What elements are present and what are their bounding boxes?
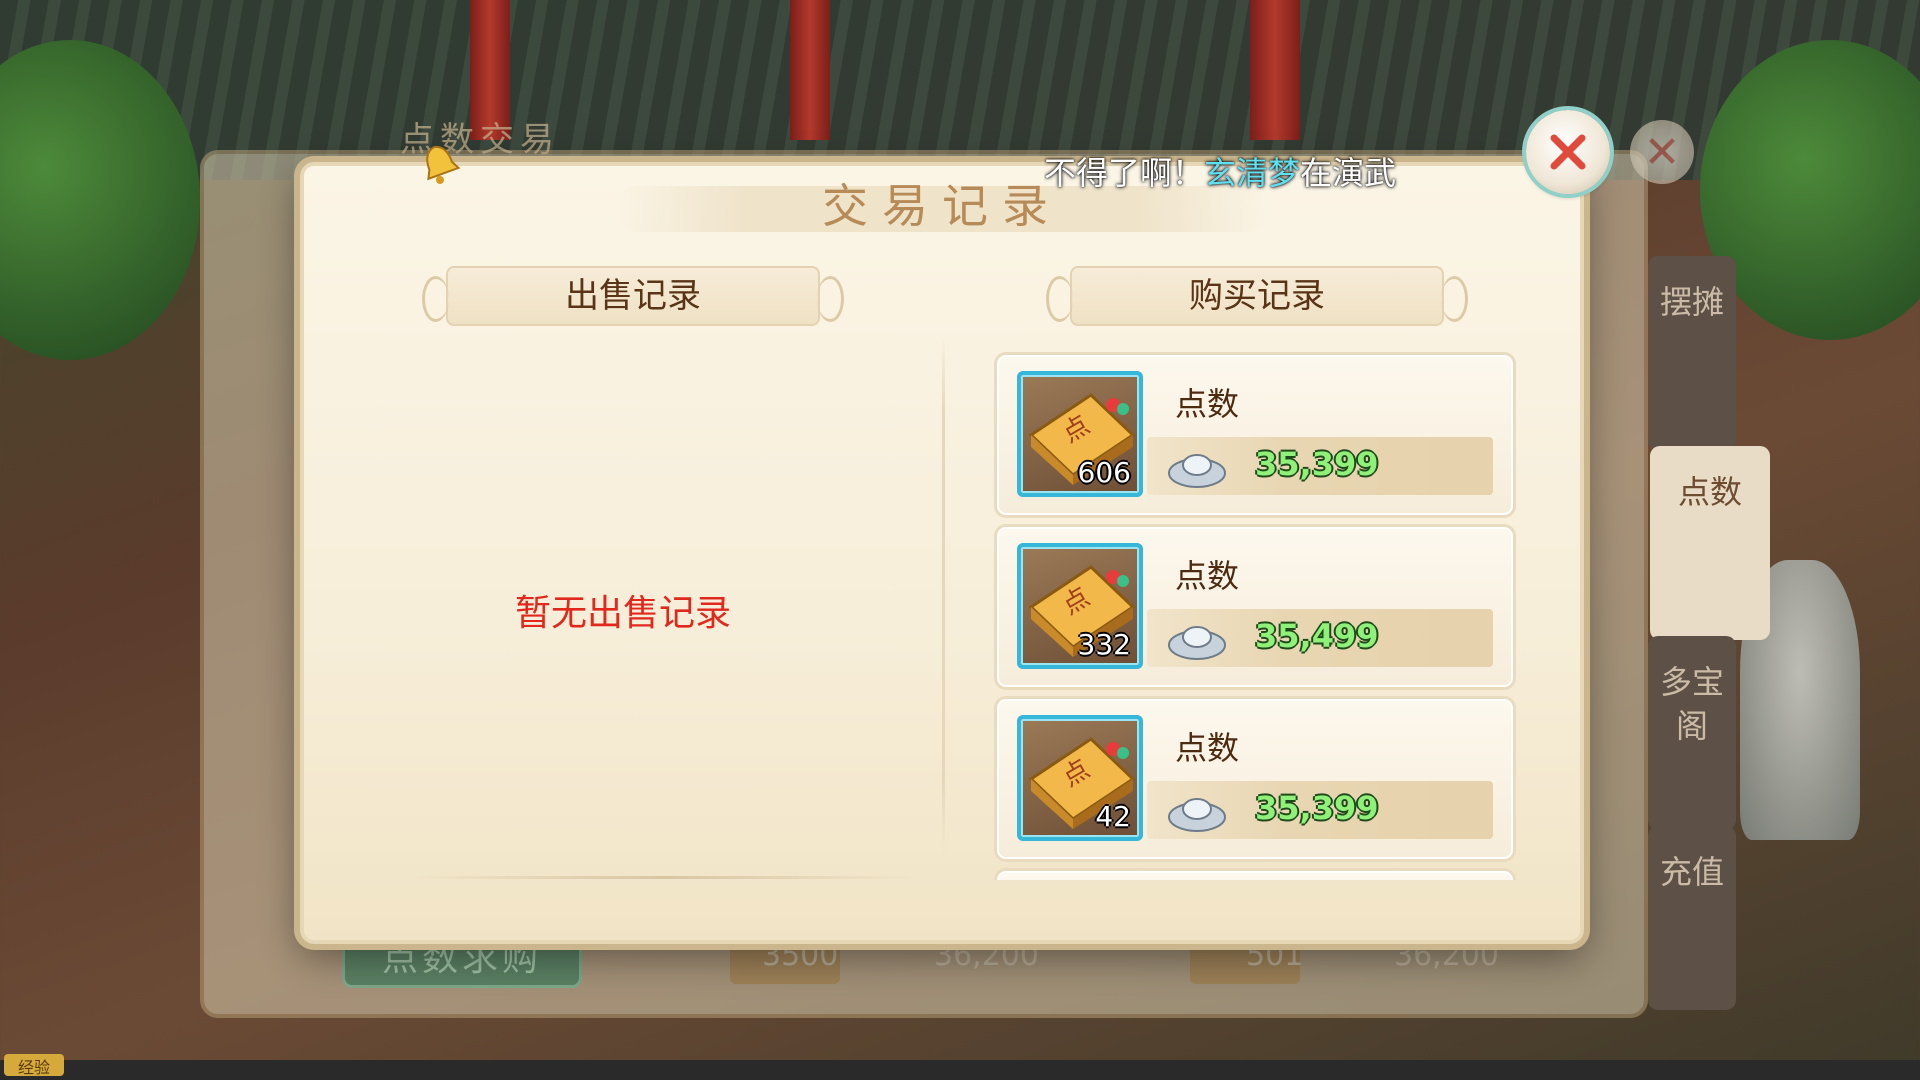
close-button[interactable] bbox=[1526, 110, 1610, 194]
tab-buy-records[interactable]: 购买记录 bbox=[1046, 266, 1468, 326]
silver-ingot-icon bbox=[1168, 626, 1226, 660]
column-divider bbox=[942, 336, 945, 856]
marquee-player-name[interactable]: 玄清梦 bbox=[1204, 154, 1300, 192]
buy-record-card[interactable]: 点 606 点数 35,399 bbox=[994, 352, 1516, 518]
item-quantity: 42 bbox=[1095, 800, 1131, 833]
trade-records-modal: 交易记录 出售记录 购买记录 暂无出售记录 点 606 点数 35,399 点 … bbox=[300, 162, 1584, 944]
points-ticket-icon: 点 42 bbox=[1017, 715, 1143, 841]
price-bar: 35,399 bbox=[1147, 437, 1493, 495]
price-bar: 35,399 bbox=[1147, 781, 1493, 839]
tab-treasure-pavilion[interactable]: 多宝阁 bbox=[1648, 636, 1736, 830]
points-ticket-icon: 点 332 bbox=[1017, 543, 1143, 669]
bottom-bar bbox=[0, 1060, 1920, 1080]
points-ticket-icon: 点 606 bbox=[1017, 371, 1143, 497]
marquee-prefix: 不得了啊！ bbox=[1044, 154, 1205, 192]
tab-stall[interactable]: 摆摊 bbox=[1648, 256, 1736, 450]
item-name: 点数 bbox=[1175, 385, 1240, 423]
item-quantity: 606 bbox=[1077, 456, 1131, 489]
bell-icon bbox=[426, 145, 461, 184]
silver-ingot-icon bbox=[1168, 798, 1226, 832]
price-value: 35,399 bbox=[1255, 789, 1379, 827]
buy-record-list[interactable]: 点 606 点数 35,399 点 332 点数 35,499 点 42 点数 … bbox=[994, 352, 1518, 880]
marquee-suffix: 在演武 bbox=[1300, 154, 1397, 192]
scene-pillar bbox=[1250, 0, 1300, 140]
price-value: 35,499 bbox=[1255, 617, 1379, 655]
tab-recharge[interactable]: 充值 bbox=[1648, 826, 1736, 1010]
buy-record-card[interactable]: 点 332 点数 35,499 bbox=[994, 524, 1516, 690]
price-value: 35,399 bbox=[1255, 445, 1379, 483]
item-name: 点数 bbox=[1175, 729, 1240, 767]
price-bar: 35,499 bbox=[1147, 609, 1493, 667]
announcement-marquee: 不得了啊！玄清梦在演武 bbox=[1044, 148, 1444, 194]
tab-sell-records[interactable]: 出售记录 bbox=[422, 266, 844, 326]
scene-pillar bbox=[790, 0, 830, 140]
item-quantity: 332 bbox=[1077, 628, 1131, 661]
back-close-button[interactable]: ✕ bbox=[1630, 120, 1694, 184]
silver-ingot-icon bbox=[1168, 454, 1226, 488]
item-name: 点数 bbox=[1175, 557, 1240, 595]
empty-sell-message: 暂无出售记录 bbox=[514, 593, 731, 634]
exp-badge: 经验 bbox=[4, 1054, 64, 1077]
buy-record-card[interactable]: 点 42 点数 35,399 bbox=[994, 696, 1516, 862]
bottom-divider bbox=[404, 876, 924, 879]
close-icon bbox=[1550, 134, 1586, 170]
buy-record-card[interactable] bbox=[994, 868, 1516, 880]
tab-points[interactable]: 点数 bbox=[1650, 446, 1770, 640]
